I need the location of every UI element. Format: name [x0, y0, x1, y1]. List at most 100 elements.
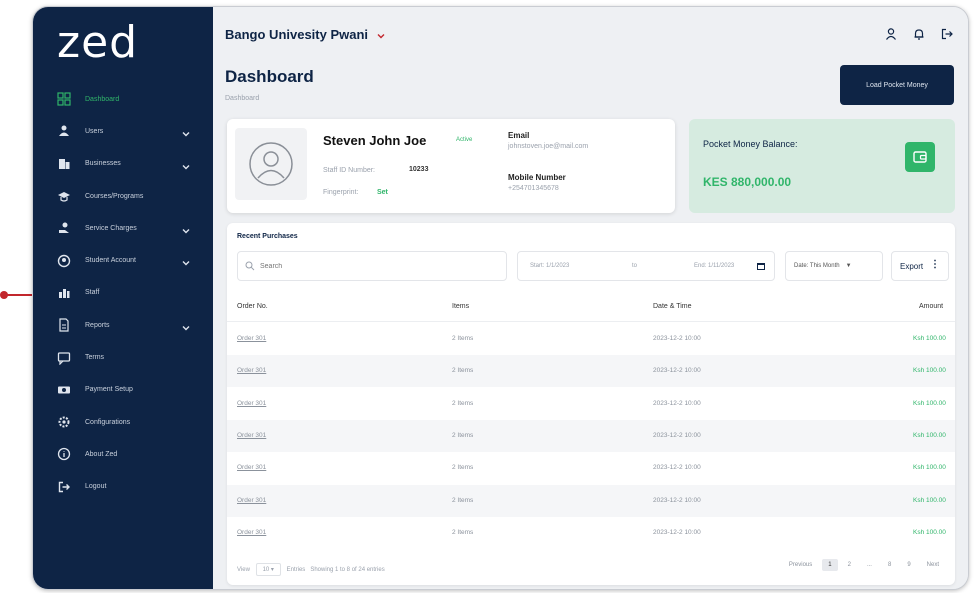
table-row[interactable]: Order 301 2 Items 2023-12-2 10:00 Ksh 100.0… — [227, 484, 955, 517]
sidebar-item-label: About Zed — [85, 450, 118, 458]
pagination-next[interactable]: Next — [921, 559, 945, 571]
page-size-value: 10 — [262, 567, 270, 573]
item-count: 2 Items — [452, 335, 474, 342]
pocket-money-balance: KES 880,000.00 — [703, 175, 792, 189]
bell-icon[interactable] — [912, 27, 926, 46]
wallet-button[interactable] — [905, 142, 935, 172]
entries-label: Entries — [286, 567, 306, 573]
date-to-label: to — [632, 263, 638, 269]
page-1[interactable]: 1 — [822, 559, 838, 571]
chevron-down-icon[interactable] — [181, 159, 191, 170]
sidebar-item-label: Courses/Programs — [85, 192, 144, 200]
order-number[interactable]: Order 301 — [237, 497, 266, 504]
mobile-label: Mobile Number — [508, 173, 566, 182]
order-number[interactable]: Order 301 — [237, 335, 266, 342]
table-row[interactable]: Order 301 2 Items 2023-12-2 10:00 Ksh 100.0… — [227, 355, 955, 388]
export-button[interactable]: Export ⋮ — [891, 251, 949, 281]
sidebar-item-label: Reports — [85, 321, 110, 329]
order-datetime: 2023-12-2 10:00 — [653, 399, 701, 407]
order-number[interactable]: Order 301 — [237, 367, 266, 374]
page-8[interactable]: 8 — [882, 559, 897, 571]
date-filter-select[interactable]: Date: This Month ▼ — [785, 251, 883, 281]
more-vertical-icon[interactable]: ⋮ — [930, 259, 940, 270]
pocket-money-card: Pocket Money Balance: KES 880,000.00 — [689, 119, 955, 213]
column-header-items[interactable]: Items — [452, 303, 469, 310]
sidebar-item-terms[interactable]: Terms — [33, 341, 213, 373]
date-range-picker[interactable]: Start: 1/1/2023 to End: 1/11/2023 — [517, 251, 775, 281]
gear-icon — [57, 415, 71, 429]
account-icon — [57, 254, 71, 268]
chevron-down-icon[interactable] — [181, 126, 191, 137]
sidebar-item-users[interactable]: Users — [33, 115, 213, 147]
order-number[interactable]: Order 301 — [237, 432, 266, 439]
email-value: johnstoven.joe@mail.com — [508, 143, 589, 150]
breadcrumb[interactable]: Dashboard — [225, 95, 259, 102]
user-icon[interactable] — [884, 27, 898, 46]
export-label: Export — [900, 261, 924, 271]
sidebar-item-service-charges[interactable]: Service Charges — [33, 212, 213, 244]
chevron-down-icon[interactable] — [181, 223, 191, 234]
order-number[interactable]: Order 301 — [237, 400, 266, 407]
view-label: View — [237, 567, 250, 573]
page-9[interactable]: 9 — [901, 559, 916, 571]
order-number[interactable]: Order 301 — [237, 529, 266, 536]
table-row[interactable]: Order 301 2 Items 2023-12-2 10:00 Ksh 100.0… — [227, 452, 955, 484]
column-header-order[interactable]: Order No. — [237, 303, 268, 310]
sidebar-item-about-zed[interactable]: About Zed — [33, 438, 213, 470]
page-ellipsis: ... — [866, 562, 872, 568]
sidebar-item-courses-programs[interactable]: Courses/Programs — [33, 180, 213, 212]
sidebar-nav: Dashboard Users Businesses Courses/Programs… — [33, 83, 213, 503]
logout-icon[interactable] — [940, 27, 954, 46]
showing-text: Showing 1 to 8 of 24 entries — [310, 567, 385, 573]
order-amount: Ksh 100.00 — [913, 496, 946, 504]
search-input[interactable] — [237, 251, 507, 281]
load-pocket-money-button[interactable]: Load Pocket Money — [840, 65, 954, 105]
pagination-previous[interactable]: Previous — [783, 559, 818, 571]
order-amount: Ksh 100.00 — [913, 335, 946, 342]
table-row[interactable]: Order 301 2 Items 2023-12-2 10:00 Ksh 100.0… — [227, 323, 955, 355]
email-label: Email — [508, 131, 530, 140]
end-date[interactable]: End: 1/11/2023 — [694, 263, 734, 269]
users-icon — [57, 124, 71, 138]
sidebar-item-label: Payment Setup — [85, 386, 133, 394]
order-number[interactable]: Order 301 — [237, 464, 266, 471]
sidebar-item-businesses[interactable]: Businesses — [33, 148, 213, 180]
order-amount: Ksh 100.00 — [913, 367, 946, 375]
fingerprint-value: Set — [377, 189, 388, 196]
sidebar-item-reports[interactable]: Reports — [33, 309, 213, 341]
school-selector[interactable]: Bango Univesity Pwani — [225, 27, 386, 42]
sidebar-item-configurations[interactable]: Configurations — [33, 406, 213, 438]
mobile-value: +254701345678 — [508, 185, 559, 192]
chevron-down-icon[interactable] — [181, 320, 191, 331]
main-content: Bango Univesity Pwani Dashboard Dashboar… — [213, 7, 968, 589]
logout-icon — [57, 480, 71, 494]
pagination: Previous 1 2 ... 8 9 Next — [783, 559, 945, 571]
page-size-select[interactable]: 10 ▾ — [255, 563, 281, 576]
order-datetime: 2023-12-2 10:00 — [653, 464, 701, 472]
status-badge: Active — [456, 137, 473, 143]
sidebar-item-logout[interactable]: Logout — [33, 471, 213, 503]
column-header-datetime[interactable]: Date & Time — [653, 303, 692, 310]
table-row[interactable]: Order 301 2 Items 2023-12-2 10:00 Ksh 100.0… — [227, 388, 955, 420]
sidebar-item-staff[interactable]: Staff — [33, 277, 213, 309]
recent-purchases-card: Recent Purchases Start: 1/1/2023 to End:… — [227, 223, 955, 585]
user-avatar-icon — [249, 142, 293, 186]
item-count: 2 Items — [452, 367, 474, 375]
sidebar-item-student-account[interactable]: Student Account — [33, 244, 213, 276]
column-header-amount[interactable]: Amount — [919, 303, 943, 310]
student-name: Steven John Joe — [323, 133, 427, 148]
table-row[interactable]: Order 301 2 Items 2023-12-2 10:00 Ksh 100.0… — [227, 419, 955, 452]
sidebar-item-label: Terms — [85, 354, 105, 362]
avatar — [235, 128, 307, 200]
table-row[interactable]: Order 301 2 Items 2023-12-2 10:00 Ksh 100.0… — [227, 517, 955, 549]
caret-down-icon: ▼ — [845, 263, 852, 269]
order-amount: Ksh 100.00 — [913, 431, 946, 439]
calendar-icon[interactable] — [756, 261, 766, 271]
start-date[interactable]: Start: 1/1/2023 — [530, 263, 569, 269]
sidebar-item-dashboard[interactable]: Dashboard — [33, 83, 213, 115]
sidebar-item-payment-setup[interactable]: Payment Setup — [33, 374, 213, 406]
order-amount: Ksh 100.00 — [913, 528, 946, 536]
header-icons — [884, 27, 954, 46]
page-2[interactable]: 2 — [842, 559, 857, 571]
chevron-down-icon[interactable] — [181, 255, 191, 266]
